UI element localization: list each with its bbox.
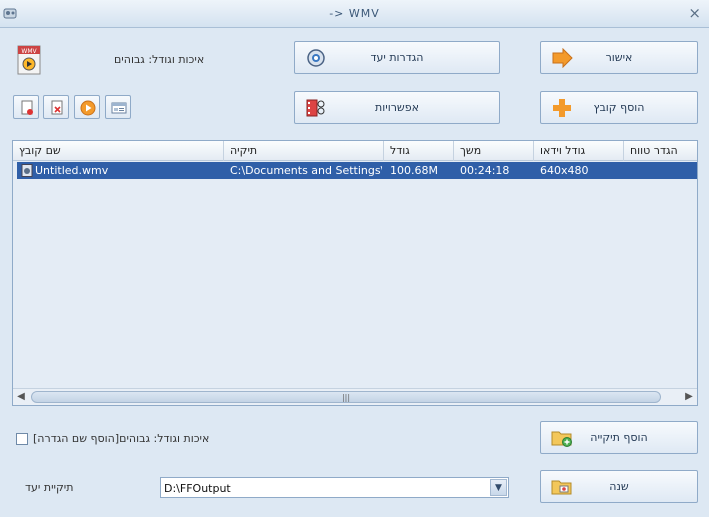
add-file-button[interactable]: הוסף קובץ — [540, 91, 698, 124]
target-settings-button[interactable]: הגדרות יעד — [294, 41, 500, 74]
change-label: שנה — [609, 480, 629, 493]
play-button[interactable] — [74, 95, 100, 119]
add-file-label: הוסף קובץ — [593, 101, 645, 114]
clear-list-button[interactable] — [43, 95, 69, 119]
play-icon — [80, 100, 96, 116]
video-file-icon — [21, 164, 33, 177]
options-button[interactable]: אפשרויות — [294, 91, 500, 124]
ok-button[interactable]: אישור — [540, 41, 698, 74]
svg-text:WMV: WMV — [21, 48, 37, 55]
column-header-range[interactable]: הגדר טווח — [623, 141, 697, 161]
column-header-folder[interactable]: תיקיה — [223, 141, 383, 161]
column-header-duration[interactable]: משך — [453, 141, 533, 161]
scroll-thumb[interactable]: ||| — [31, 391, 661, 403]
options-label: אפשרויות — [375, 101, 419, 114]
table-row[interactable]: Untitled.wmv C:\Documents and Settings\.… — [17, 162, 697, 179]
dest-folder-value: D:\FFOutput — [164, 482, 231, 495]
change-button[interactable]: שנה — [540, 470, 698, 503]
column-header-video-size[interactable]: גודל וידאו — [533, 141, 623, 161]
remove-file-icon — [21, 100, 33, 115]
horizontal-scrollbar[interactable]: ◀ ||| ▶ — [13, 388, 697, 405]
list-header: שם קובץ תיקיה גודל משך גודל וידאו הגדר ט… — [13, 141, 697, 161]
file-list[interactable]: שם קובץ תיקיה גודל משך גודל וידאו הגדר ט… — [12, 140, 698, 406]
cell-name: Untitled.wmv — [35, 164, 109, 177]
cell-video-size: 640x480 — [540, 164, 589, 177]
ok-label: אישור — [605, 51, 633, 64]
window-title: -> WMV — [329, 7, 380, 20]
scroll-right-arrow[interactable]: ▶ — [681, 389, 697, 405]
scroll-left-arrow[interactable]: ◀ — [13, 389, 29, 405]
chevron-down-icon[interactable]: ▼ — [490, 479, 507, 496]
wmv-format-icon: WMV — [17, 45, 41, 75]
target-settings-label: הגדרות יעד — [370, 51, 424, 64]
add-folder-button[interactable]: הוסף תיקייה — [540, 421, 698, 454]
cell-size: 100.68M — [390, 164, 438, 177]
dest-folder-label: תיקיית יעד — [25, 481, 74, 494]
column-header-size[interactable]: גודל — [383, 141, 453, 161]
remove-file-button[interactable] — [13, 95, 39, 119]
add-setting-name-option[interactable]: [הוסף שם הגדרה]איכות וגודל: גבוהים — [16, 432, 209, 445]
dest-folder-select[interactable]: D:\FFOutput ▼ — [160, 477, 509, 498]
close-icon[interactable]: × — [688, 4, 701, 22]
add-folder-label: הוסף תיקייה — [590, 431, 648, 444]
add-setting-name-checkbox[interactable] — [16, 432, 28, 445]
cell-duration: 00:24:18 — [460, 164, 510, 177]
title-bar: -> WMV × — [0, 0, 709, 28]
cell-folder: C:\Documents and Settings\... — [230, 164, 382, 177]
clear-icon — [51, 100, 63, 115]
info-card-icon — [111, 102, 127, 114]
file-info-button[interactable] — [105, 95, 131, 119]
quality-label: איכות וגודל: גבוהים — [114, 53, 205, 66]
column-header-name[interactable]: שם קובץ — [13, 141, 223, 161]
scroll-grip-icon: ||| — [341, 393, 351, 402]
add-setting-name-label: [הוסף שם הגדרה]איכות וגודל: גבוהים — [33, 432, 210, 445]
